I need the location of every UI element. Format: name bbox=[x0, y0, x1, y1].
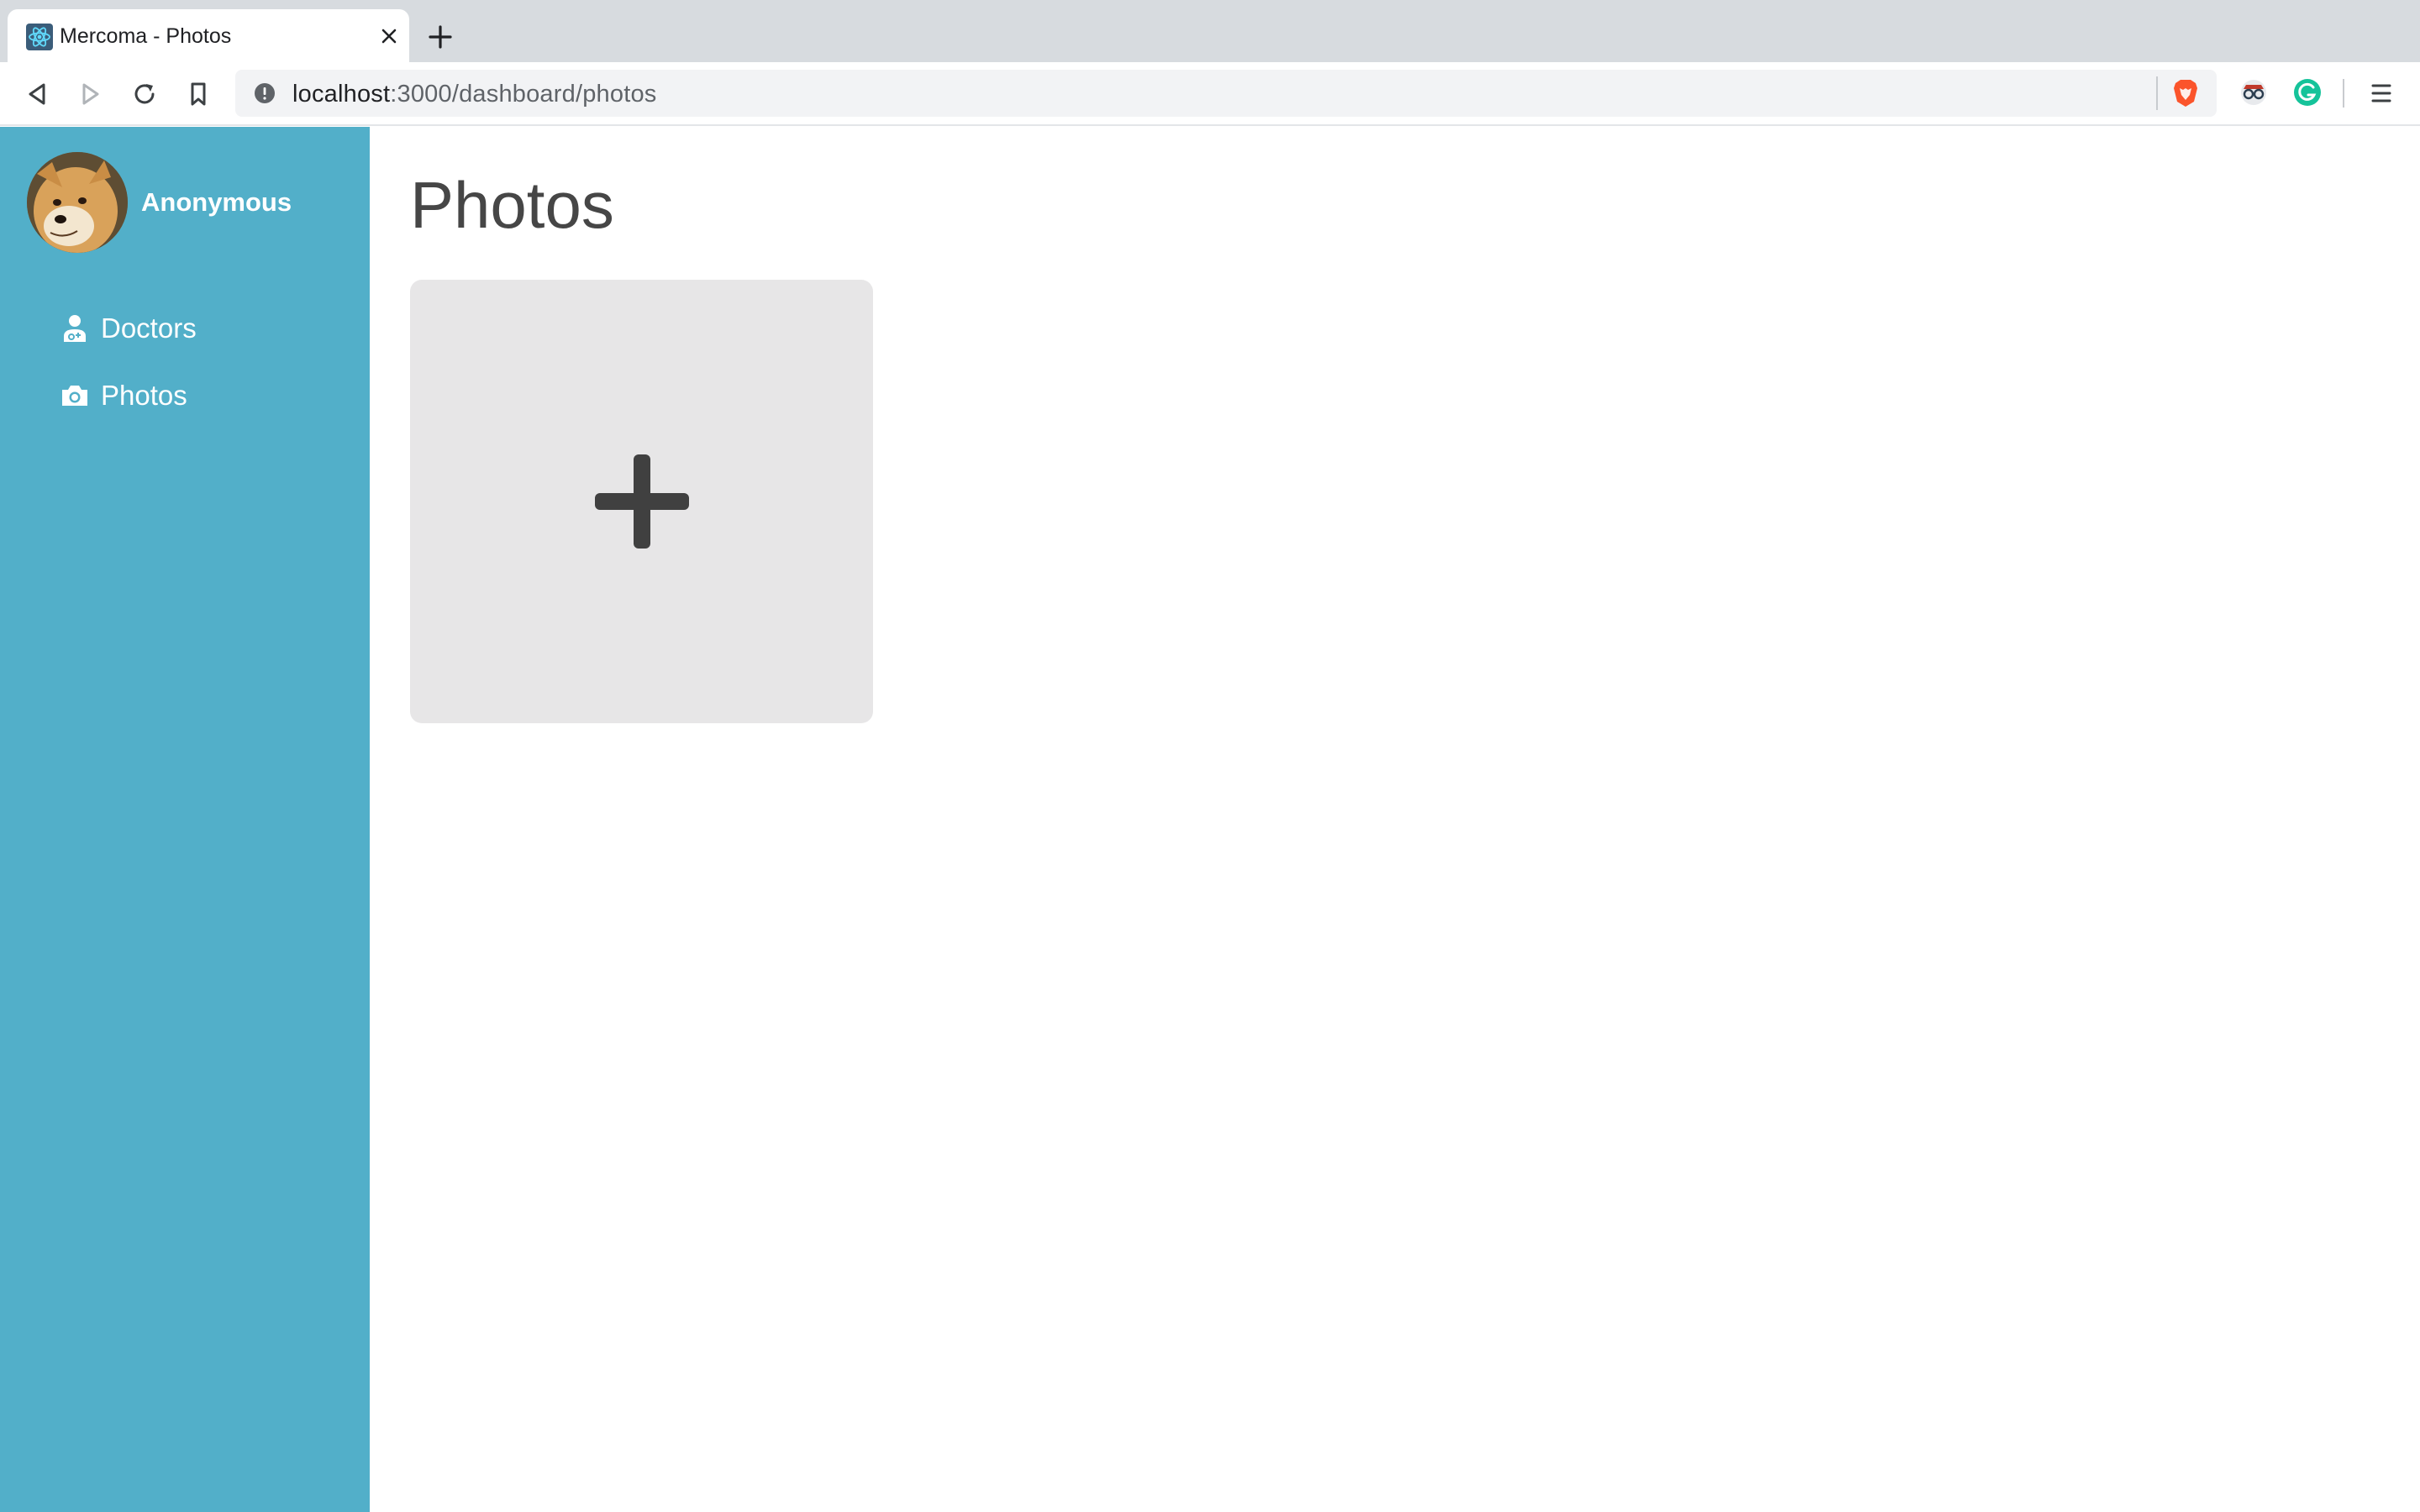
brave-lion-icon[interactable] bbox=[2171, 78, 2200, 108]
url-text[interactable]: localhost:3000/dashboard/photos bbox=[292, 81, 656, 108]
close-icon[interactable] bbox=[379, 26, 399, 46]
new-tab-plus-icon[interactable] bbox=[427, 24, 454, 50]
doge-avatar-image bbox=[27, 152, 128, 253]
browser-toolbar: localhost:3000/dashboard/photos bbox=[0, 62, 2420, 126]
add-photo-card[interactable] bbox=[410, 280, 873, 723]
sidebar: Anonymous Doctors Photos bbox=[0, 127, 370, 1512]
url-host: localhost bbox=[292, 81, 391, 108]
address-bar[interactable]: localhost:3000/dashboard/photos bbox=[235, 70, 2217, 117]
camera-icon bbox=[60, 381, 89, 410]
url-path: :3000/dashboard/photos bbox=[390, 81, 657, 108]
react-atom-icon bbox=[26, 24, 53, 50]
omnibox-divider bbox=[2156, 76, 2158, 110]
browser-tabstrip: Mercoma - Photos bbox=[0, 0, 2420, 62]
browser-tab-active[interactable]: Mercoma - Photos bbox=[8, 9, 409, 62]
tab-title: Mercoma - Photos bbox=[60, 24, 232, 48]
grammarly-icon[interactable] bbox=[2292, 77, 2323, 108]
sidebar-item-label: Photos bbox=[101, 380, 187, 411]
back-icon[interactable] bbox=[22, 79, 52, 109]
page-title: Photos bbox=[410, 168, 614, 242]
info-icon[interactable] bbox=[254, 82, 276, 104]
plus-icon bbox=[595, 454, 689, 549]
sidebar-item-doctors[interactable]: Doctors bbox=[60, 308, 197, 349]
toolbar-divider bbox=[2343, 79, 2344, 108]
username: Anonymous bbox=[141, 187, 292, 217]
doctor-icon bbox=[60, 314, 89, 343]
avatar[interactable] bbox=[27, 152, 128, 253]
spy-extension-icon[interactable] bbox=[2238, 77, 2269, 108]
bookmark-icon[interactable] bbox=[183, 79, 213, 109]
sidebar-item-label: Doctors bbox=[101, 312, 197, 344]
main-content: Photos bbox=[370, 127, 2420, 1512]
sidebar-item-photos[interactable]: Photos bbox=[60, 375, 187, 416]
reload-icon[interactable] bbox=[129, 79, 160, 109]
hamburger-menu-icon[interactable] bbox=[2368, 81, 2395, 106]
forward-icon[interactable] bbox=[76, 79, 106, 109]
